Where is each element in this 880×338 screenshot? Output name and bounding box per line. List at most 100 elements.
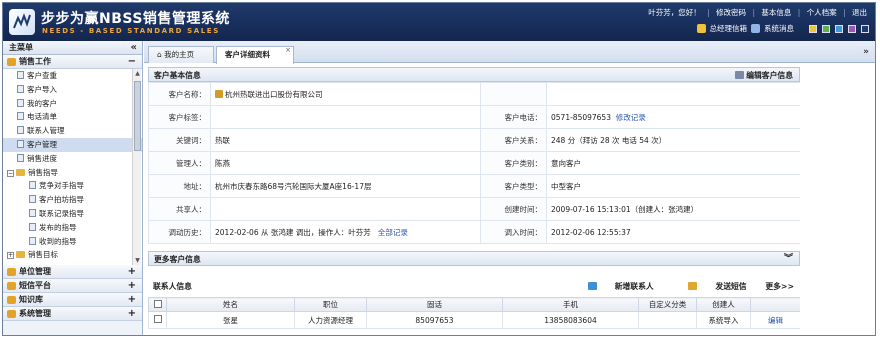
theme-swatch-yellow[interactable] [809, 24, 817, 33]
menu-item-visit-guidance[interactable]: 客户拍坊指导 [3, 193, 142, 207]
info-row: 客户标签： 客户电话： 0571-85097653 修改记录 [148, 105, 801, 129]
field-label: 管理人： [148, 151, 211, 175]
table-header-row: 姓名 职位 固话 手机 自定义分类 创建人 [148, 297, 801, 312]
info-row: 关键词： 热联 客户关系： 248 分（拜访 28 次 电话 54 次） [148, 128, 801, 152]
info-row: 调动历史： 2012-02-06 从 张鸿建 调出，操作人：叶芬芳 全部记录 调… [148, 220, 801, 244]
menu-item-label: 联系记录指导 [39, 208, 84, 218]
sidebar-title-label: 主菜单 [9, 43, 33, 52]
profile-link[interactable]: 个人档案 [807, 8, 837, 17]
field-label: 创建时间： [480, 197, 547, 221]
menu-item-customer-mgmt[interactable]: 客户管理 [3, 137, 142, 152]
tree-collapse-icon[interactable]: − [7, 169, 14, 177]
folder-icon [7, 58, 16, 66]
folder-icon [7, 282, 16, 290]
menu-item-customer-import[interactable]: 客户导入 [3, 83, 142, 97]
plus-icon[interactable]: + [128, 307, 136, 321]
tab-overflow-icon[interactable]: » [863, 47, 869, 57]
document-icon [29, 181, 36, 190]
scroll-up-icon[interactable]: ▲ [133, 69, 142, 78]
group-label: 知识库 [19, 295, 43, 304]
info-row: 地址： 杭州市庆春东路68号汽轮国际大厦A座16-17层 客户类型： 中型客户 [148, 174, 801, 198]
contact-mobile: 13858083604 [502, 311, 639, 329]
menu-folder-sales-target[interactable]: + 销售目标 [3, 248, 142, 262]
field-label: 客户电话： [480, 105, 547, 129]
mailbox-link[interactable]: 总经理信箱 [710, 23, 748, 34]
column-header: 姓名 [166, 297, 295, 312]
sms-icon [688, 282, 698, 290]
group-system-mgmt[interactable]: 系统管理 + [3, 307, 142, 321]
group-unit-mgmt[interactable]: 单位管理 + [3, 265, 142, 279]
scroll-thumb[interactable] [134, 81, 141, 151]
field-value: 2012-02-06 从 张鸿建 调出，操作人：叶芬芳 [215, 227, 371, 237]
theme-swatch-navy[interactable] [861, 24, 869, 33]
document-icon [17, 112, 24, 121]
menu-item-label: 客户导入 [27, 84, 57, 94]
group-label: 短信平台 [19, 281, 51, 290]
more-button[interactable]: 更多>> [765, 282, 794, 291]
contacts-header: 联系人信息 新增联系人 发送短信 更多>> [148, 279, 800, 295]
menu-item-customer-dedupe[interactable]: 客户查重 [3, 69, 142, 83]
minus-icon[interactable]: − [128, 55, 136, 69]
menu-item-contact-mgmt[interactable]: 联系人管理 [3, 124, 142, 138]
group-label: 单位管理 [19, 267, 51, 276]
theme-swatch-green[interactable] [822, 24, 830, 33]
info-row: 客户名称： 杭州热联进出口股份有限公司 [148, 82, 801, 106]
collapse-sidebar-icon[interactable]: « [131, 41, 137, 55]
field-value [546, 82, 801, 106]
select-all-checkbox[interactable] [153, 299, 162, 308]
menu-item-my-customers[interactable]: 我的客户 [3, 97, 142, 111]
column-header: 固话 [366, 297, 503, 312]
tab-customer-detail[interactable]: 客户详细资料 × [216, 46, 294, 64]
menu-item-competitor-guidance[interactable]: 竞争对手指导 [3, 179, 142, 193]
folder-icon [16, 168, 25, 176]
menu-item-contact-record-guidance[interactable]: 联系记录指导 [3, 207, 142, 221]
messages-link[interactable]: 系统消息 [764, 23, 794, 34]
group-sales-label: 销售工作 [19, 57, 51, 66]
plus-icon[interactable]: + [128, 279, 136, 293]
theme-swatch-purple[interactable] [848, 24, 856, 33]
field-value: 0571-85097653 [551, 112, 611, 122]
logout-link[interactable]: 退出 [852, 8, 867, 17]
button-label: 发送短信 [715, 282, 747, 291]
expand-down-icon[interactable]: ︾ [784, 252, 793, 267]
send-sms-button[interactable]: 发送短信 [672, 282, 747, 291]
all-records-link[interactable]: 全部记录 [378, 228, 408, 237]
scroll-down-icon[interactable]: ▼ [133, 256, 142, 265]
field-label: 关键词： [148, 128, 211, 152]
menu-item-sales-progress[interactable]: 销售进度 [3, 152, 142, 166]
close-tab-icon[interactable]: × [285, 43, 291, 58]
field-value: 意向客户 [546, 151, 801, 175]
edit-contact-link[interactable]: 编辑 [750, 311, 801, 329]
info-row: 管理人： 陈燕 客户类别： 意向客户 [148, 151, 801, 175]
menu-item-received-guidance[interactable]: 收到的指导 [3, 235, 142, 249]
tree-expand-icon[interactable]: + [7, 252, 14, 260]
menu-item-phone-list[interactable]: 电话清单 [3, 110, 142, 124]
basic-info-link[interactable]: 基本信息 [761, 8, 791, 17]
select-all-header[interactable] [148, 297, 167, 312]
group-sales-work[interactable]: 销售工作 − [3, 55, 142, 69]
row-select-cell[interactable] [148, 311, 167, 329]
edit-customer-button[interactable]: 编辑客户信息 [735, 68, 793, 83]
top-header: 步步为赢NBSS销售管理系统 NEEDS - BASED STANDARD SA… [3, 3, 875, 41]
plus-icon[interactable]: + [128, 293, 136, 307]
button-label: 新增联系人 [614, 282, 654, 291]
document-icon [29, 195, 36, 204]
plus-icon[interactable]: + [128, 265, 136, 279]
change-password-link[interactable]: 修改密码 [716, 8, 746, 17]
add-contact-button[interactable]: 新增联系人 [572, 282, 654, 291]
group-knowledge-base[interactable]: 知识库 + [3, 293, 142, 307]
sidebar-scrollbar[interactable]: ▲ ▼ [132, 69, 141, 265]
menu-item-published-guidance[interactable]: 发布的指导 [3, 221, 142, 235]
row-checkbox[interactable] [153, 315, 162, 323]
menu-folder-sales-guidance[interactable]: − 销售指导 [3, 166, 142, 180]
logo-icon [9, 9, 35, 35]
theme-swatch-blue[interactable] [835, 24, 843, 33]
customer-info-table: 客户名称： 杭州热联进出口股份有限公司 客户标签： 客户电话： 0571-850… [148, 82, 801, 244]
more-customer-info-header[interactable]: 更多客户信息 ︾ [148, 251, 800, 266]
tab-home[interactable]: ⌂ 我的主页 [148, 46, 214, 63]
mailbox-icon [696, 24, 706, 33]
contact-name: 张星 [166, 311, 295, 329]
group-sms-platform[interactable]: 短信平台 + [3, 279, 142, 293]
document-icon [29, 236, 36, 245]
edit-history-link[interactable]: 修改记录 [616, 113, 646, 122]
